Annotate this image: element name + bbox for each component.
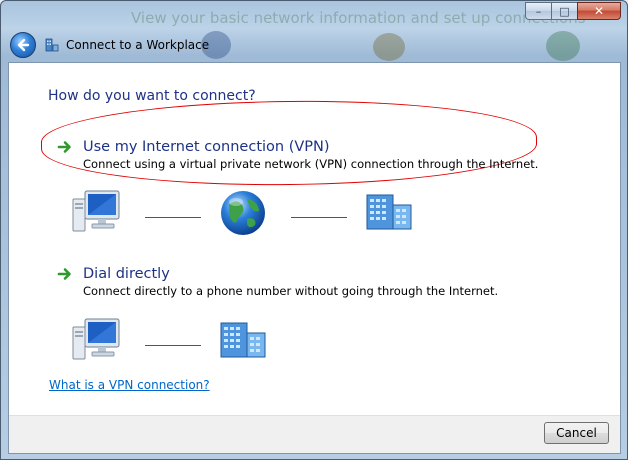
background-blob — [373, 33, 405, 61]
window-controls: – □ ✕ — [525, 2, 621, 20]
computer-icon — [72, 190, 120, 232]
connector-line — [145, 345, 201, 346]
vpn-help-link[interactable]: What is a VPN connection? — [49, 378, 210, 392]
back-button[interactable] — [10, 32, 36, 58]
option-dial-description: Connect directly to a phone number witho… — [83, 284, 499, 298]
workplace-network-icon — [45, 38, 59, 52]
background-blob — [546, 31, 580, 61]
office-building-icon — [220, 322, 266, 358]
option-dial-title: Dial directly — [83, 266, 170, 282]
connector-line — [145, 217, 201, 218]
maximize-button[interactable]: □ — [551, 2, 577, 20]
title-bar: Connect to a Workplace — [10, 32, 209, 58]
back-arrow-icon — [17, 38, 30, 52]
window-title: Connect to a Workplace — [66, 38, 210, 52]
page-heading: How do you want to connect? — [48, 88, 256, 104]
green-arrow-icon — [57, 268, 71, 280]
wizard-footer: Cancel — [9, 415, 620, 453]
cancel-button[interactable]: Cancel — [544, 422, 609, 444]
option-vpn-description: Connect using a virtual private network … — [83, 157, 539, 171]
close-button[interactable]: ✕ — [577, 2, 621, 20]
office-building-icon — [366, 194, 412, 230]
green-arrow-icon — [57, 141, 71, 153]
connector-line — [291, 217, 347, 218]
option-vpn-title: Use my Internet connection (VPN) — [83, 139, 330, 155]
window-frame: View your basic network information and … — [0, 0, 628, 460]
minimize-button[interactable]: – — [525, 2, 551, 20]
globe-icon — [221, 191, 265, 235]
option-dial[interactable]: Dial directly Connect directly to a phon… — [57, 266, 498, 298]
wizard-content: How do you want to connect? Use my Inter… — [8, 62, 621, 454]
option-vpn[interactable]: Use my Internet connection (VPN) Connect… — [57, 139, 538, 171]
background-window-text: View your basic network information and … — [131, 9, 586, 27]
computer-icon — [72, 318, 120, 360]
